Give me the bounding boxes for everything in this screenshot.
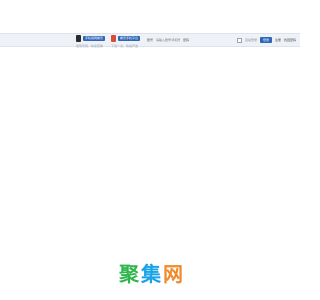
login-button[interactable]: 登录 <box>260 37 273 43</box>
promo-button-mobile[interactable]: 手机用网看景 <box>83 36 106 41</box>
promo-button-platform[interactable]: 看景手机平台 <box>118 36 141 41</box>
password-label: 密码 <box>183 38 190 42</box>
remember-label: 自动登录 <box>245 38 258 42</box>
watermark-char-2: 集 <box>141 262 161 286</box>
promo-subtext-2: 下载一次，快速开发 <box>111 44 139 48</box>
account-label: 账号 <box>147 38 154 42</box>
qr-code-icon <box>76 35 81 42</box>
qr-code-icon <box>111 35 116 42</box>
register-link[interactable]: 注册 <box>275 38 281 42</box>
account-input[interactable] <box>156 38 181 42</box>
forgot-password-link[interactable]: 找回密码 <box>284 38 296 42</box>
login-form: 账号 密码 <box>147 38 189 42</box>
login-controls: 自动登录 登录 注册 找回密码 <box>237 37 296 43</box>
promo-subtext-1: 发现景观，快速查看 <box>76 44 104 48</box>
watermark-char-1: 聚 <box>119 262 139 286</box>
watermark-logo: 聚 集 网 <box>119 262 183 286</box>
remember-checkbox[interactable] <box>237 37 242 43</box>
promo-mobile-app[interactable]: 手机用网看景 发现景观，快速查看 <box>76 35 106 51</box>
watermark-char-3: 网 <box>163 262 183 286</box>
promo-mobile-platform[interactable]: 看景手机平台 下载一次，快速开发 <box>111 35 141 51</box>
